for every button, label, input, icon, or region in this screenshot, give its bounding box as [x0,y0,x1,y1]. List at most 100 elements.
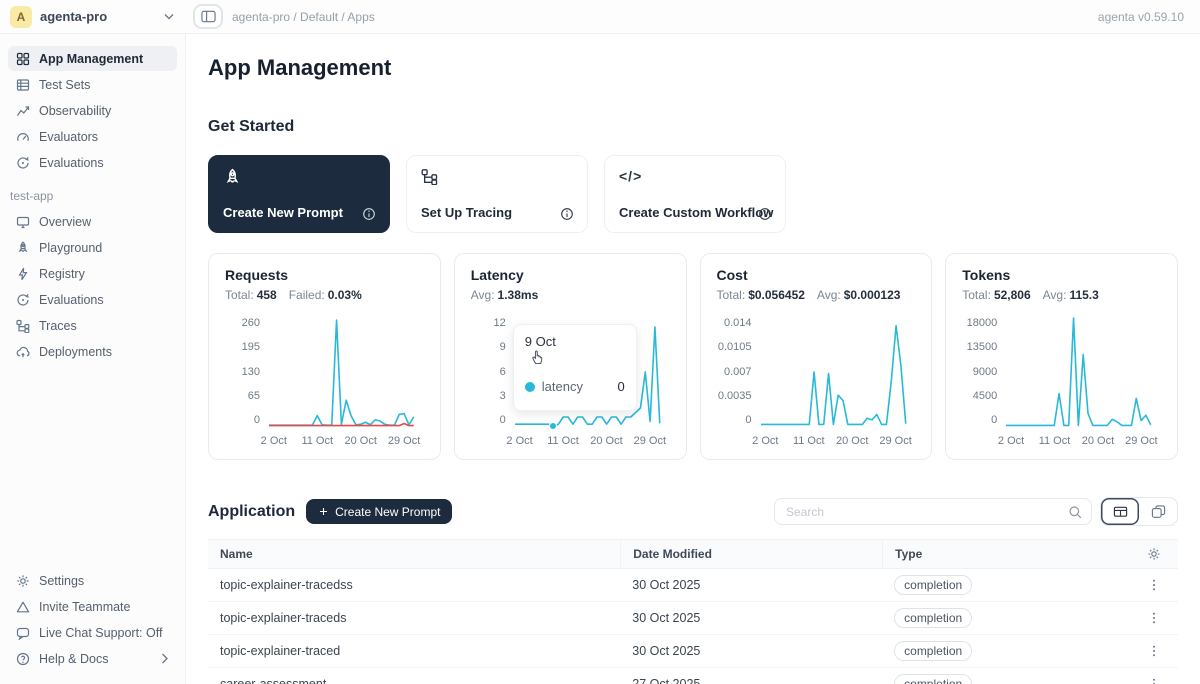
rocket-icon [16,241,30,255]
search-input[interactable] [786,505,1068,519]
table-view-button[interactable] [1101,498,1139,525]
x-tick-label: 2 Oct [998,435,1024,447]
cycle-icon [16,156,30,170]
series-requests [269,320,414,425]
app-name[interactable]: topic-explainer-traced [208,644,620,658]
gear-icon [16,574,30,588]
card-label: Set Up Tracing [421,205,512,220]
sidebar-item-app-evaluations[interactable]: Evaluations [8,287,177,312]
create-custom-workflow-card[interactable]: </> Create Custom Workflow [604,155,786,233]
info-icon[interactable] [362,207,376,221]
create-new-prompt-button[interactable]: Create New Prompt [306,499,452,524]
cloud-icon [16,345,30,359]
x-tick-label: 29 Oct [388,435,420,447]
x-tick-label: 29 Oct [1125,435,1157,447]
y-tick-label: 0 [991,415,997,426]
card-view-button[interactable] [1139,498,1177,525]
column-header-type[interactable]: Type [882,540,1129,568]
sidebar-item-evaluations[interactable]: Evaluations [8,150,177,175]
x-tick-label: 2 Oct [261,435,287,447]
app-type-cell: completion [882,674,1129,684]
sidebar-item-invite-teammate[interactable]: Invite Teammate [8,594,177,619]
sidebar-item-app-management[interactable]: App Management [8,46,177,71]
y-tick-label: 0.014 [724,318,752,329]
table-row[interactable]: career-assessment 27 Oct 2025 completion [208,668,1178,684]
y-axis-labels: 1800013500900045000 [962,318,1006,426]
tooltip-series-name: latency [542,379,583,394]
workspace-selector[interactable]: A agenta-pro [0,0,186,33]
metric-stats: Avg:1.38ms [471,288,670,302]
y-tick-label: 0 [745,415,751,426]
series-color-dot [525,382,535,392]
x-axis-labels: 2 Oct11 Oct20 Oct29 Oct [269,435,414,449]
application-title: Application [208,503,295,521]
search-box[interactable] [774,498,1092,525]
sidebar-item-live-chat-support[interactable]: Live Chat Support: Off [8,620,177,645]
metric-title: Latency [471,267,670,283]
tokens-metric-card: Tokens Total:52,806 Avg:115.3 1800013500… [945,253,1178,460]
sidebar-item-playground[interactable]: Playground [8,235,177,260]
sidebar-item-traces[interactable]: Traces [8,313,177,338]
sidebar-item-deployments[interactable]: Deployments [8,339,177,364]
info-icon[interactable] [560,207,574,221]
plot-area[interactable] [761,318,906,426]
search-icon[interactable] [1068,505,1082,519]
table-row[interactable]: topic-explainer-traced 30 Oct 2025 compl… [208,635,1178,668]
breadcrumb[interactable]: agenta-pro / Default / Apps [232,10,375,24]
set-up-tracing-card[interactable]: Set Up Tracing [406,155,588,233]
column-settings-gear-icon[interactable] [1147,547,1161,561]
requests-metric-card: Requests Total:458 Failed:0.03% 26019513… [208,253,441,460]
table-row[interactable]: topic-explainer-tracedss 30 Oct 2025 com… [208,569,1178,602]
sidebar-item-evaluators[interactable]: Evaluators [8,124,177,149]
x-axis-labels: 2 Oct11 Oct20 Oct29 Oct [761,435,906,449]
plot-area[interactable] [1006,318,1151,426]
tooltip-value: 0 [618,379,625,394]
y-tick-label: 0 [500,415,506,426]
sidebar-item-observability[interactable]: Observability [8,98,177,123]
page-title: App Management [208,55,1178,81]
x-tick-label: 2 Oct [752,435,778,447]
sidebar: App Management Test Sets Observability E… [0,34,186,684]
app-name[interactable]: topic-explainer-tracedss [208,578,620,592]
metric-stats: Total:$0.056452 Avg:$0.000123 [717,288,916,302]
x-tick-label: 11 Oct [793,435,825,447]
latency-metric-card: Latency Avg:1.38ms 129630 2 Oct11 Oct20 … [454,253,687,460]
x-tick-label: 29 Oct [879,435,911,447]
sidebar-item-label: Observability [39,104,111,118]
y-tick-label: 9000 [973,367,997,378]
plot-area[interactable] [269,318,414,426]
table-row[interactable]: topic-explainer-traceds 30 Oct 2025 comp… [208,602,1178,635]
type-badge: completion [894,674,972,684]
applications-table: Name Date Modified Type topic-explainer-… [208,539,1178,684]
more-actions-icon[interactable] [1147,578,1161,592]
column-header-date-modified[interactable]: Date Modified [620,540,882,568]
sidebar-item-settings[interactable]: Settings [8,568,177,593]
app-name[interactable]: career-assessment [208,677,620,684]
sidebar-item-registry[interactable]: Registry [8,261,177,286]
column-header-actions [1129,540,1178,568]
gauge-icon [16,130,30,144]
metric-title: Cost [717,267,916,283]
app-name[interactable]: topic-explainer-traceds [208,611,620,625]
chart-line-icon [16,104,30,118]
series-cost [761,326,906,425]
cursor-hand-icon [529,349,545,366]
main-content: App Management Get Started Create New Pr… [186,34,1200,684]
sidebar-item-test-sets[interactable]: Test Sets [8,72,177,97]
create-new-prompt-card[interactable]: Create New Prompt [208,155,390,233]
cycle-icon [16,293,30,307]
info-icon[interactable] [758,207,772,221]
table-view-icon [1113,504,1128,519]
more-actions-icon[interactable] [1147,611,1161,625]
sidebar-item-help-docs[interactable]: Help & Docs [8,646,177,671]
bolt-icon [16,267,30,281]
x-tick-label: 2 Oct [506,435,532,447]
more-actions-icon[interactable] [1147,644,1161,658]
column-header-name[interactable]: Name [208,540,620,568]
sidebar-item-label: Test Sets [39,78,90,92]
sidebar-item-label: Evaluations [39,293,104,307]
sidebar-toggle-button[interactable] [193,4,223,29]
metric-title: Tokens [962,267,1161,283]
sidebar-item-overview[interactable]: Overview [8,209,177,234]
more-actions-icon[interactable] [1147,677,1161,684]
